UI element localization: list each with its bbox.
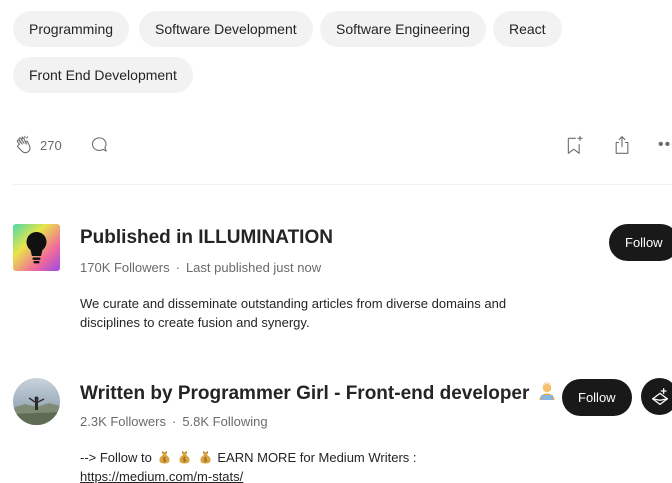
publication-meta: 170K Followers · Last published just now xyxy=(80,260,321,275)
clap-icon xyxy=(16,135,31,154)
subscribe-button[interactable] xyxy=(641,378,672,415)
money-bag-icon: $ $ $ xyxy=(156,450,218,465)
clap-count: 270 xyxy=(40,137,62,153)
last-published: Last published just now xyxy=(185,260,322,275)
tag-software-engineering[interactable]: Software Engineering xyxy=(320,11,486,47)
author-heading: Written by Programmer Girl - Front-end d… xyxy=(80,381,557,405)
avatar-image xyxy=(13,378,60,425)
author-heading-text[interactable]: Written by Programmer Girl - Front-end d… xyxy=(80,383,529,404)
svg-text:$: $ xyxy=(203,457,207,464)
tag-software-development[interactable]: Software Development xyxy=(139,11,313,47)
more-button[interactable]: ••• xyxy=(658,136,672,154)
comment-button[interactable] xyxy=(89,135,109,160)
publication-heading[interactable]: Published in ILLUMINATION xyxy=(80,227,333,249)
svg-text:$: $ xyxy=(183,457,187,464)
comment-icon xyxy=(91,137,108,152)
tag-front-end-development[interactable]: Front End Development xyxy=(13,57,193,93)
follow-author-button[interactable]: Follow xyxy=(562,379,632,416)
clap-button[interactable]: 270 xyxy=(13,134,62,156)
author-bio: --> Follow to $ $ $ EARN MORE for Medium… xyxy=(80,448,540,483)
person-emoji xyxy=(539,382,555,400)
action-bar: 270 ••• xyxy=(13,132,672,160)
bio-link[interactable]: https://medium.com/m-stats/ xyxy=(80,469,243,483)
lightbulb-logo xyxy=(13,224,60,271)
more-icon: ••• xyxy=(658,136,672,153)
tag-programming[interactable]: Programming xyxy=(13,11,130,47)
follow-publication-button[interactable]: Follow xyxy=(609,224,672,261)
publication-followers[interactable]: 170K Followers xyxy=(80,260,170,275)
publication-description: We curate and disseminate outstanding ar… xyxy=(80,296,507,330)
bookmark-add-icon xyxy=(567,135,583,154)
separator: · xyxy=(171,414,177,429)
bio-prefix: --> Follow to xyxy=(80,450,152,465)
author-followers[interactable]: 2.3K Followers xyxy=(80,414,166,429)
divider xyxy=(13,184,672,185)
svg-text:$: $ xyxy=(162,457,166,464)
author-avatar[interactable] xyxy=(13,378,60,425)
tag-react[interactable]: React xyxy=(493,11,562,47)
bio-suffix: EARN MORE for Medium Writers : xyxy=(217,450,417,465)
share-button[interactable] xyxy=(612,134,632,161)
subscribe-mail-icon xyxy=(651,387,668,405)
publication-logo[interactable] xyxy=(13,224,60,271)
article-footer: Programming Software Development Softwar… xyxy=(0,0,672,483)
share-icon xyxy=(615,136,629,154)
author-following[interactable]: 5.8K Following xyxy=(182,414,267,429)
author-meta: 2.3K Followers · 5.8K Following xyxy=(80,414,268,429)
separator: · xyxy=(175,260,180,275)
bookmark-button[interactable] xyxy=(565,134,585,161)
